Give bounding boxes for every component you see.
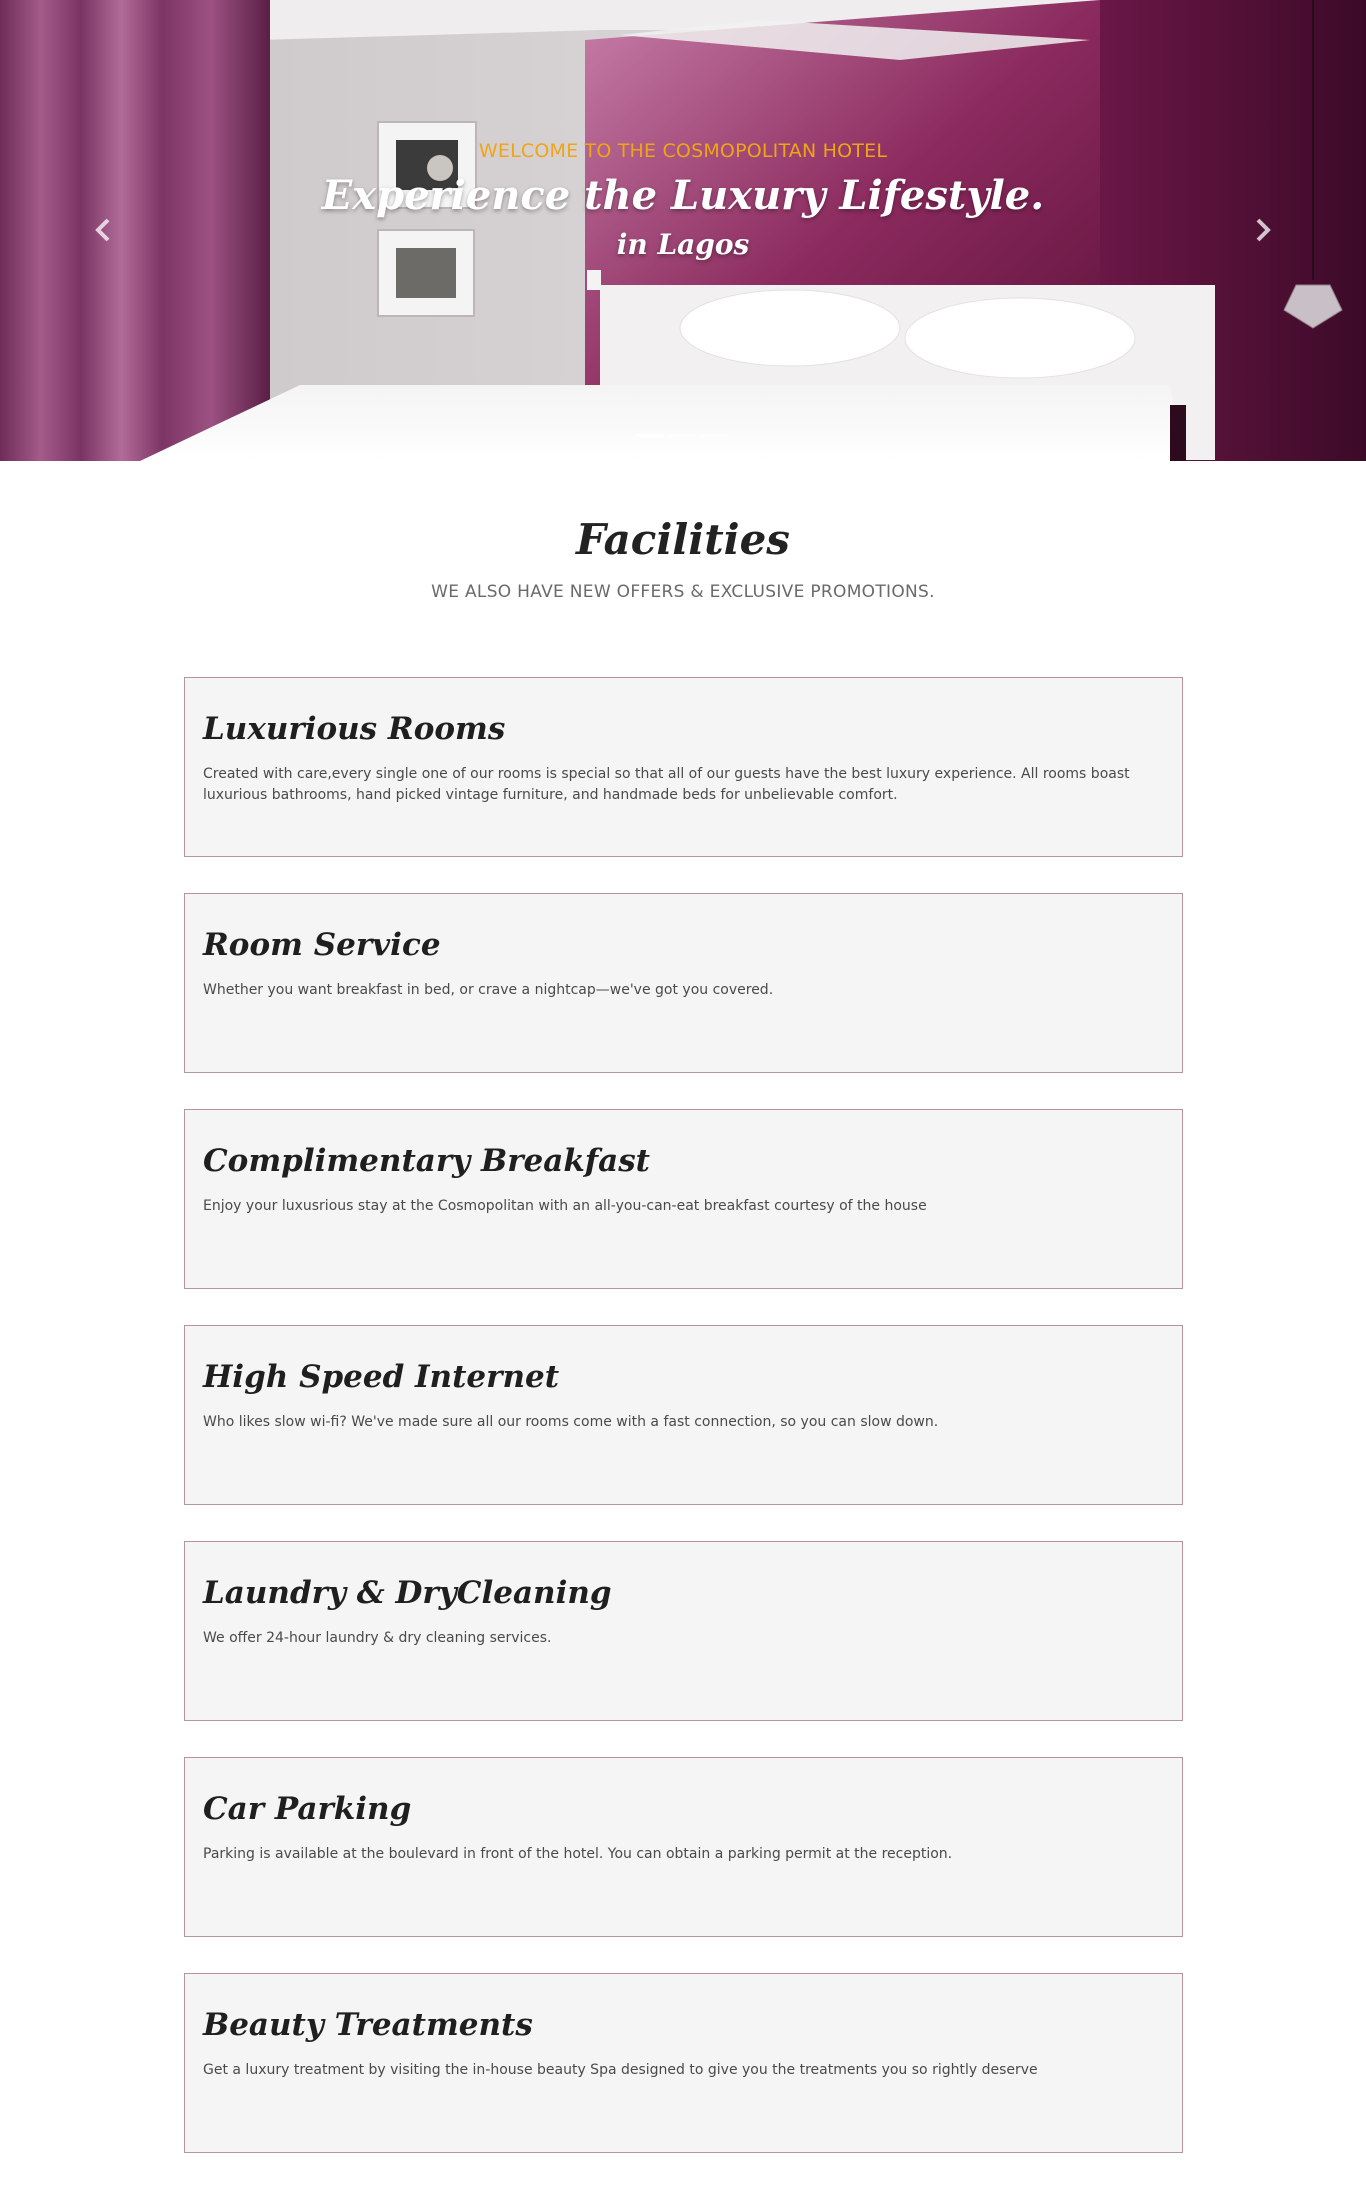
- facility-card-beauty-treatments: Beauty Treatments Get a luxury treatment…: [184, 1973, 1183, 2153]
- facility-cards: Luxurious Rooms Created with care,every …: [184, 677, 1183, 2189]
- facility-card-complimentary-breakfast: Complimentary Breakfast Enjoy your luxus…: [184, 1109, 1183, 1289]
- facility-card-title: Laundry & DryCleaning: [203, 1575, 612, 1611]
- hero-subtitle: in Lagos: [616, 228, 750, 261]
- facility-card-title: Room Service: [203, 927, 441, 963]
- chevron-right-icon: [1256, 218, 1271, 242]
- facility-card-title: High Speed Internet: [203, 1359, 560, 1395]
- carousel-indicator-2[interactable]: [668, 434, 696, 437]
- carousel-prev-button[interactable]: [90, 214, 114, 246]
- carousel-indicator-1[interactable]: [636, 434, 664, 437]
- facility-card-text: Who likes slow wi-fi? We've made sure al…: [203, 1414, 939, 1431]
- facility-card-laundry: Laundry & DryCleaning We offer 24-hour l…: [184, 1541, 1183, 1721]
- facility-card-title: Luxurious Rooms: [203, 711, 506, 747]
- chevron-left-icon: [95, 218, 110, 242]
- facility-card-high-speed-internet: High Speed Internet Who likes slow wi-fi…: [184, 1325, 1183, 1505]
- hero-title: Experience the Luxury Lifestyle.: [321, 172, 1045, 219]
- hero-carousel: WELCOME TO THE COSMOPOLITAN HOTEL Experi…: [0, 0, 1366, 461]
- facility-card-luxurious-rooms: Luxurious Rooms Created with care,every …: [184, 677, 1183, 857]
- facilities-subtitle: WE ALSO HAVE NEW OFFERS & EXCLUSIVE PROM…: [431, 582, 935, 602]
- facility-card-title: Car Parking: [203, 1791, 412, 1827]
- facilities-title: Facilities: [576, 515, 790, 564]
- carousel-indicator-3[interactable]: [700, 434, 728, 437]
- hero-kicker: WELCOME TO THE COSMOPOLITAN HOTEL: [478, 140, 888, 162]
- hero-caption: WELCOME TO THE COSMOPOLITAN HOTEL Experi…: [0, 140, 1366, 261]
- facility-card-text: We offer 24-hour laundry & dry cleaning …: [203, 1630, 552, 1647]
- facility-card-text: Enjoy your luxusrious stay at the Cosmop…: [203, 1198, 927, 1215]
- facility-card-title: Complimentary Breakfast: [203, 1143, 651, 1179]
- facility-card-car-parking: Car Parking Parking is available at the …: [184, 1757, 1183, 1937]
- facility-card-text: Get a luxury treatment by visiting the i…: [203, 2062, 1038, 2079]
- carousel-indicators: [636, 434, 728, 437]
- facility-card-room-service: Room Service Whether you want breakfast …: [184, 893, 1183, 1073]
- facilities-header: Facilities WE ALSO HAVE NEW OFFERS & EXC…: [0, 515, 1366, 602]
- facility-card-text: Whether you want breakfast in bed, or cr…: [203, 982, 774, 999]
- facility-card-title: Beauty Treatments: [203, 2007, 533, 2043]
- facility-card-text: Parking is available at the boulevard in…: [203, 1846, 953, 1863]
- carousel-next-button[interactable]: [1252, 214, 1276, 246]
- facility-card-text: Created with care,every single one of ou…: [203, 766, 1130, 804]
